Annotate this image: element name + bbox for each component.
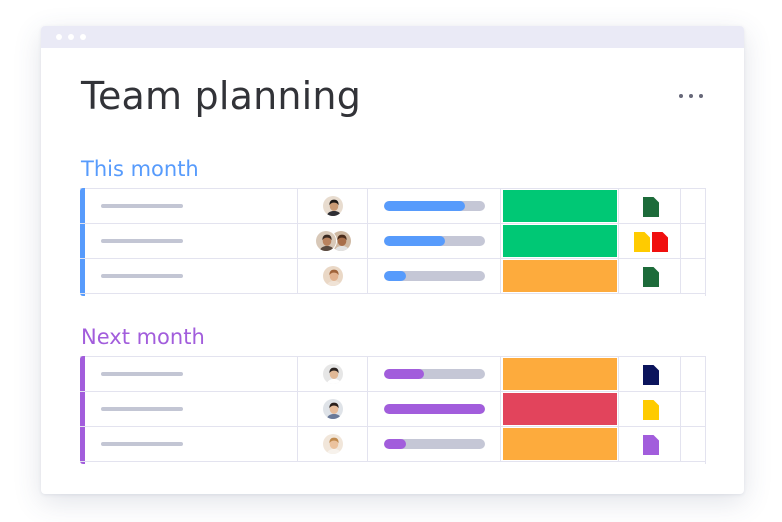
status-label[interactable] bbox=[503, 260, 617, 292]
green-file-icon[interactable] bbox=[643, 197, 659, 222]
person-cell[interactable] bbox=[298, 357, 368, 391]
progress-cell bbox=[368, 427, 501, 461]
files-cell[interactable] bbox=[619, 224, 681, 258]
files-cell[interactable] bbox=[619, 259, 681, 293]
group-title-this-month[interactable]: This month bbox=[81, 156, 199, 182]
files-cell[interactable] bbox=[619, 427, 681, 461]
more-horizontal-icon-dot bbox=[689, 94, 693, 98]
add-column-cell[interactable] bbox=[681, 189, 705, 223]
more-horizontal-icon bbox=[679, 94, 683, 98]
table-row[interactable] bbox=[80, 189, 705, 224]
status-cell[interactable] bbox=[501, 259, 619, 293]
progress-track bbox=[384, 236, 485, 246]
progress-cell bbox=[368, 189, 501, 223]
progress-cell bbox=[368, 357, 501, 391]
yellow-file-icon[interactable] bbox=[634, 232, 650, 257]
yellow-file-icon[interactable] bbox=[643, 400, 659, 425]
status-cell[interactable] bbox=[501, 357, 619, 391]
status-label[interactable] bbox=[503, 225, 617, 257]
table-row[interactable] bbox=[80, 357, 705, 392]
progress-fill bbox=[384, 439, 407, 449]
progress-cell bbox=[368, 392, 501, 426]
status-cell[interactable] bbox=[501, 224, 619, 258]
status-cell[interactable] bbox=[501, 392, 619, 426]
item-name-placeholder bbox=[101, 204, 183, 208]
progress-cell bbox=[368, 259, 501, 293]
files-cell[interactable] bbox=[619, 357, 681, 391]
red-file-icon[interactable] bbox=[652, 232, 668, 257]
item-name-cell[interactable] bbox=[85, 392, 298, 426]
item-name-cell[interactable] bbox=[85, 259, 298, 293]
group-title-next-month[interactable]: Next month bbox=[81, 324, 205, 350]
item-name-placeholder bbox=[101, 407, 183, 411]
progress-track bbox=[384, 439, 485, 449]
item-name-placeholder bbox=[101, 274, 183, 278]
item-name-cell[interactable] bbox=[85, 427, 298, 461]
progress-fill bbox=[384, 404, 485, 414]
progress-fill bbox=[384, 369, 425, 379]
status-label[interactable] bbox=[503, 358, 617, 390]
avatar[interactable] bbox=[322, 398, 344, 420]
progress-track bbox=[384, 201, 485, 211]
status-label[interactable] bbox=[503, 190, 617, 222]
progress-track bbox=[384, 404, 485, 414]
board-title: Team planning bbox=[81, 74, 362, 118]
table-row[interactable] bbox=[80, 392, 705, 427]
item-name-placeholder bbox=[101, 442, 183, 446]
progress-track bbox=[384, 369, 485, 379]
avatar[interactable] bbox=[322, 363, 344, 385]
person-cell[interactable] bbox=[298, 427, 368, 461]
avatar[interactable] bbox=[322, 195, 344, 217]
table-row[interactable] bbox=[80, 224, 705, 259]
board-window: Team planning This month Next month bbox=[41, 26, 744, 494]
status-cell[interactable] bbox=[501, 427, 619, 461]
item-name-placeholder bbox=[101, 372, 183, 376]
status-label[interactable] bbox=[503, 428, 617, 460]
add-column-cell[interactable] bbox=[681, 224, 705, 258]
progress-fill bbox=[384, 236, 445, 246]
purple-file-icon[interactable] bbox=[643, 435, 659, 460]
group-table-this-month bbox=[80, 188, 706, 296]
more-options-button[interactable] bbox=[677, 88, 705, 104]
table-row[interactable] bbox=[80, 427, 705, 462]
table-row[interactable] bbox=[80, 259, 705, 294]
item-name-placeholder bbox=[101, 239, 183, 243]
avatar[interactable] bbox=[315, 230, 337, 252]
person-cell[interactable] bbox=[298, 392, 368, 426]
more-horizontal-icon-dot bbox=[699, 94, 703, 98]
status-label[interactable] bbox=[503, 393, 617, 425]
window-dot-icon bbox=[56, 34, 62, 40]
item-name-cell[interactable] bbox=[85, 224, 298, 258]
item-name-cell[interactable] bbox=[85, 189, 298, 223]
avatar[interactable] bbox=[322, 433, 344, 455]
window-dot-icon bbox=[80, 34, 86, 40]
add-column-cell[interactable] bbox=[681, 427, 705, 461]
window-titlebar bbox=[41, 26, 744, 48]
person-cell[interactable] bbox=[298, 189, 368, 223]
status-cell[interactable] bbox=[501, 189, 619, 223]
add-column-cell[interactable] bbox=[681, 357, 705, 391]
add-column-cell[interactable] bbox=[681, 259, 705, 293]
progress-fill bbox=[384, 201, 465, 211]
window-dot-icon bbox=[68, 34, 74, 40]
green-file-icon[interactable] bbox=[643, 267, 659, 292]
progress-fill bbox=[384, 271, 407, 281]
person-cell[interactable] bbox=[298, 259, 368, 293]
item-name-cell[interactable] bbox=[85, 357, 298, 391]
progress-track bbox=[384, 271, 485, 281]
person-cell[interactable] bbox=[298, 224, 368, 258]
files-cell[interactable] bbox=[619, 392, 681, 426]
progress-cell bbox=[368, 224, 501, 258]
files-cell[interactable] bbox=[619, 189, 681, 223]
group-table-next-month bbox=[80, 356, 706, 464]
navy-file-icon[interactable] bbox=[643, 365, 659, 390]
add-column-cell[interactable] bbox=[681, 392, 705, 426]
avatar[interactable] bbox=[322, 265, 344, 287]
